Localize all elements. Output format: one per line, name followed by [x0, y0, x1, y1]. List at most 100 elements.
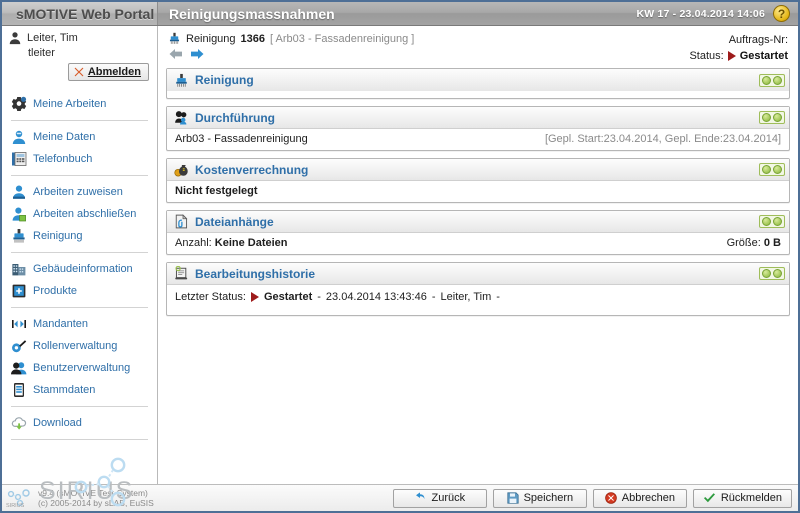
expand-collapse-icon[interactable]: [759, 215, 785, 228]
toggle-dot-right: [773, 113, 782, 122]
panel-header[interactable]: Reinigung: [167, 69, 789, 91]
app-brand: sMOTIVE Web Portal: [2, 2, 158, 25]
sidebar-item-produkte[interactable]: Produkte: [2, 280, 157, 302]
sidebar-item-stammdaten[interactable]: Stammdaten: [2, 379, 157, 401]
sidebar-item-benutzerverwaltung[interactable]: Benutzerverwaltung: [2, 357, 157, 379]
sidebar: Leiter, Tim tleiter Abmelden Meine Arbei…: [2, 26, 158, 507]
panel-header[interactable]: Bearbeitungshistorie: [167, 263, 789, 285]
user-data-icon: [11, 129, 27, 145]
sidebar-group-5: Mandanten Rollenverwaltung Benutzerverwa…: [2, 311, 157, 403]
main-body: Leiter, Tim tleiter Abmelden Meine Arbei…: [2, 26, 798, 507]
history-label: Letzter Status:: [175, 291, 246, 303]
footer-bar: SIRIUS v9.4 (sMOTIVE Test-System) (c) 20…: [2, 484, 798, 511]
dateianhaenge-count: Anzahl: Keine Dateien: [175, 237, 288, 249]
expand-collapse-icon[interactable]: [759, 163, 785, 176]
sidebar-divider: [11, 406, 148, 407]
arrow-left-icon[interactable]: [169, 48, 183, 60]
sidebar-item-label: Meine Daten: [33, 131, 96, 143]
cloud-download-icon: [11, 415, 27, 431]
breadcrumb-context: [ Arb03 - Fassadenreinigung ]: [270, 32, 415, 45]
arrow-right-icon[interactable]: [190, 48, 204, 60]
toggle-dot-left: [762, 269, 771, 278]
page-title: Reinigungsmassnahmen: [169, 5, 335, 22]
cancel-button[interactable]: Abbrechen: [592, 488, 687, 508]
dateianhaenge-size-value: 0 B: [763, 237, 781, 249]
sidebar-item-mandanten[interactable]: Mandanten: [2, 313, 157, 335]
sidebar-item-label: Rollenverwaltung: [33, 340, 118, 352]
sidebar-item-gebaeudeinformation[interactable]: Gebäudeinformation: [2, 258, 157, 280]
sidebar-item-download[interactable]: Download: [2, 412, 157, 434]
attachment-icon: [174, 214, 189, 229]
panel-title-label: Reinigung: [195, 73, 254, 87]
close-x-icon: [74, 67, 84, 77]
toggle-dot-left: [762, 217, 771, 226]
user-row: Leiter, Tim: [8, 31, 151, 45]
panel-body-empty: [167, 91, 789, 98]
sidebar-item-label: Arbeiten zuweisen: [33, 186, 123, 198]
back-button-label: Zurück: [431, 492, 466, 504]
sidebar-item-label: Download: [33, 417, 82, 429]
status-label: Status:: [689, 50, 724, 62]
dateianhaenge-size: Größe: 0 B: [727, 237, 781, 249]
sidebar-group-1: Meine Arbeiten: [2, 91, 157, 117]
version-box: SIRIUS v9.4 (sMOTIVE Test-System) (c) 20…: [6, 488, 306, 508]
sidebar-group-6: Download: [2, 410, 157, 436]
cancel-button-label: Abbrechen: [621, 492, 675, 504]
breadcrumb-line: Reinigung 1366 [ Arb03 - Fassadenreinigu…: [168, 32, 414, 45]
user-box: Leiter, Tim tleiter Abmelden: [2, 26, 157, 85]
sidebar-divider: [11, 252, 148, 253]
panel-title: Dateianhänge: [174, 214, 759, 229]
panel-header[interactable]: Dateianhänge: [167, 211, 789, 233]
toggle-dot-right: [773, 217, 782, 226]
status-play-icon: [727, 51, 736, 61]
current-week-datetime: KW 17 - 23.04.2014 14:06: [636, 7, 765, 20]
sidebar-item-rollenverwaltung[interactable]: Rollenverwaltung: [2, 335, 157, 357]
breadcrumb: Reinigung 1366 [ Arb03 - Fassadenreinigu…: [168, 32, 414, 60]
panel-title-label: Durchführung: [195, 110, 275, 125]
sidebar-item-label: Stammdaten: [33, 384, 96, 396]
panel-header[interactable]: Kostenverrechnung: [167, 159, 789, 181]
back-button[interactable]: Zurück: [392, 488, 487, 508]
history-status: Gestartet: [263, 291, 313, 303]
sidebar-group-2: Meine Daten Telefonbuch: [2, 124, 157, 172]
panel-title: Reinigung: [174, 73, 759, 88]
clients-icon: [11, 316, 27, 332]
panel-title: Kostenverrechnung: [174, 162, 759, 177]
question-mark-icon[interactable]: ?: [773, 5, 790, 22]
save-disk-icon: [506, 492, 519, 504]
panel-body: Letzter Status: Gestartet - 23.04.2014 1…: [167, 285, 789, 315]
kostenverrechnung-value: Nicht festgelegt: [175, 185, 258, 197]
panel-title-label: Bearbeitungshistorie: [195, 266, 316, 281]
expand-collapse-icon[interactable]: [759, 111, 785, 124]
toggle-dot-right: [773, 165, 782, 174]
expand-collapse-icon[interactable]: [759, 267, 785, 280]
history-entry: Letzter Status: Gestartet - 23.04.2014 1…: [175, 291, 500, 303]
complete-work-icon: [11, 206, 27, 222]
breadcrumb-number: 1366: [240, 32, 266, 45]
history-separator: -: [317, 291, 321, 303]
save-button[interactable]: Speichern: [492, 488, 587, 508]
sidebar-item-arbeiten-abschliessen[interactable]: Arbeiten abschließen: [2, 203, 157, 225]
version-text: v9.4 (sMOTIVE Test-System) (c) 2005-2014…: [38, 488, 154, 508]
svg-text:SIRIUS: SIRIUS: [6, 503, 25, 508]
sidebar-item-meine-daten[interactable]: Meine Daten: [2, 126, 157, 148]
dateianhaenge-count-value: Keine Dateien: [214, 237, 288, 249]
history-scroll-icon: [174, 266, 189, 281]
sidebar-item-arbeiten-zuweisen[interactable]: Arbeiten zuweisen: [2, 181, 157, 203]
sidebar-item-label: Mandanten: [33, 318, 89, 330]
title-bar-right: KW 17 - 23.04.2014 14:06 ?: [636, 2, 798, 25]
nav-arrows: [168, 48, 414, 60]
expand-collapse-icon[interactable]: [759, 73, 785, 87]
panel-header[interactable]: Durchführung: [167, 107, 789, 129]
sidebar-item-meine-arbeiten[interactable]: Meine Arbeiten: [2, 93, 157, 115]
sidebar-item-reinigung[interactable]: Reinigung: [2, 225, 157, 247]
report-button[interactable]: Rückmelden: [692, 488, 792, 508]
logout-button-label: Abmelden: [87, 66, 141, 78]
user-avatar-icon: [8, 31, 22, 45]
toggle-dot-left: [762, 113, 771, 122]
logout-button[interactable]: Abmelden: [67, 63, 149, 81]
history-separator: -: [496, 291, 500, 303]
panel-list: Reinigung Durchführung Arb03 - Fassadenr…: [158, 68, 798, 484]
copyright-text: (c) 2005-2014 by sLAB, EuSIS: [38, 498, 154, 508]
sidebar-item-telefonbuch[interactable]: Telefonbuch: [2, 148, 157, 170]
